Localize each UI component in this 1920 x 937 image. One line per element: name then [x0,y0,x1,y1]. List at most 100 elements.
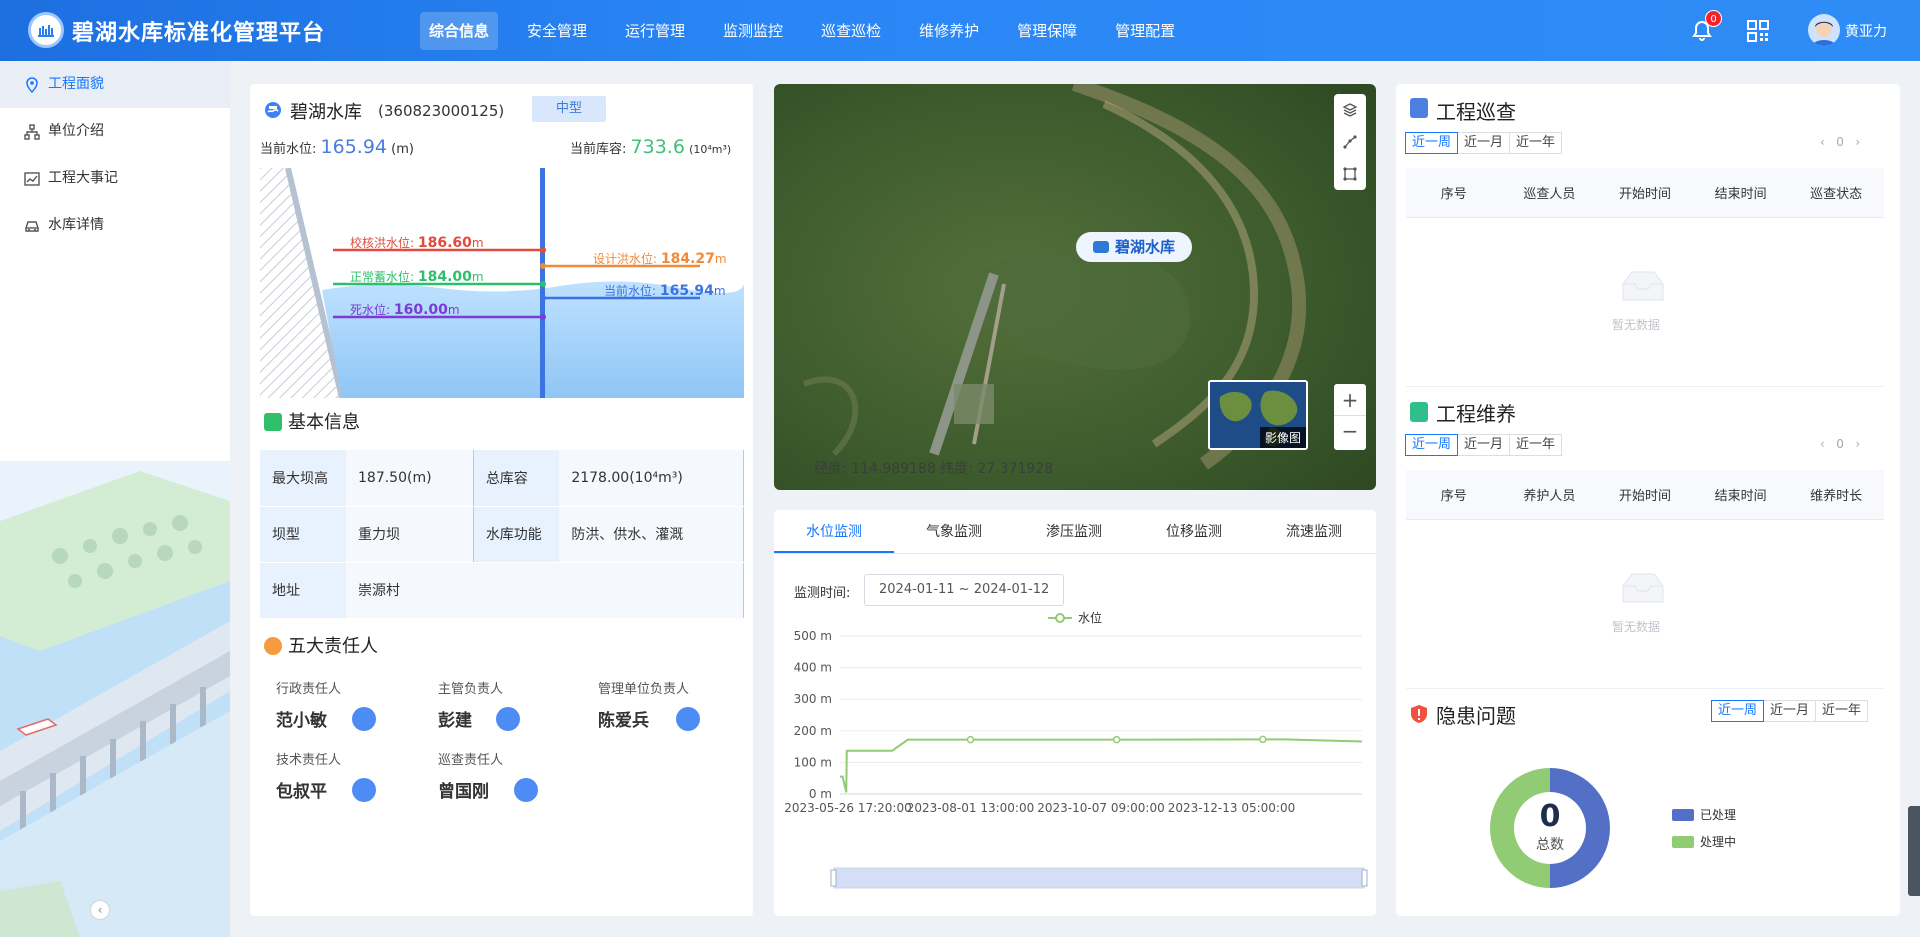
phone-icon[interactable] [352,707,376,731]
inspection-pager: ‹ 0 › [1820,135,1861,149]
measure-line-icon[interactable] [1342,134,1358,150]
dead-level-label: 死水位: 160.00m [350,302,460,318]
prev-page-icon[interactable]: ‹ [1820,135,1825,149]
nav-item[interactable]: 管理配置 [1106,12,1184,50]
tab-weather[interactable]: 气象监测 [894,510,1014,553]
sidebar-illustration [0,461,230,937]
reservoir-code: (360823000125) [378,102,505,120]
responsible-title: 五大责任人 [264,632,378,658]
legend-marker [1055,613,1065,623]
y-tick-label: 100 m [794,755,832,769]
nav-item[interactable]: 综合信息 [420,12,499,50]
maintenance-range-toggle: 近一周 近一月 近一年 [1405,434,1563,456]
map-marker-label[interactable]: 碧湖水库 [1076,232,1192,262]
divider [1406,688,1884,689]
water-level-diagram: 校核洪水位: 186.60m 正常蓄水位: 184.00m 死水位: 160.0… [260,168,744,398]
empty-text: 暂无数据 [1611,620,1660,634]
maintenance-icon [1410,402,1428,422]
table-row: 最大坝高 187.50(m) 总库容 2178.00(10⁴m³) [260,450,745,507]
sidebar-item-unit[interactable]: 单位介绍 [0,108,230,155]
nav-item[interactable]: 维修养护 [910,12,988,50]
legend-processed: 已处理 [1672,806,1736,823]
range-week[interactable]: 近一周 [1711,700,1765,722]
inspection-range-toggle: 近一周 近一月 近一年 [1405,132,1563,154]
list-icon [264,413,282,431]
person-card: 巡查责任人 曾国刚 [438,753,504,802]
design-flood-level-label: 设计洪水位: 184.27m [593,251,727,267]
tab-flow[interactable]: 流速监测 [1254,510,1374,553]
phone-icon[interactable] [514,778,538,802]
basemap-thumbnail[interactable]: 影像图 [1208,380,1308,450]
reservoir-name: 碧湖水库 [290,102,362,123]
main-nav: 综合信息 安全管理 运行管理 监测监控 巡查巡检 维修养护 管理保障 管理配置 [420,12,1204,50]
hazards-total: 0 [1539,799,1561,834]
username[interactable]: 黄亚力 [1845,21,1887,41]
qr-code-icon[interactable] [1747,20,1769,42]
side-scroll-handle[interactable] [1908,806,1920,896]
phone-icon[interactable] [352,778,376,802]
zoom-out-button[interactable]: − [1334,416,1366,448]
x-tick-label: 2023-05-26 17:20:00 [784,801,911,815]
app-logo [28,12,64,48]
measure-area-icon[interactable] [1342,166,1358,182]
nav-item[interactable]: 管理保障 [1008,12,1086,50]
sidebar-item-details[interactable]: 水库详情 [0,202,230,249]
range-month[interactable]: 近一月 [1457,132,1511,154]
maintenance-pager: ‹ 0 › [1820,437,1861,451]
data-point [966,735,975,744]
range-week[interactable]: 近一周 [1405,132,1459,154]
y-tick-label: 300 m [794,692,832,706]
coordinates-readout: 经度: 114.989188 纬度: 27.371928 [814,461,1054,477]
hazards-title: 隐患问题 [1436,704,1516,728]
nav-item[interactable]: 运行管理 [616,12,694,50]
zoom-slider-right-handle [1361,869,1368,887]
sidebar-item-label: 水库详情 [48,217,104,233]
info-value: 崇源村 [346,562,744,619]
sidebar-item-overview[interactable]: 工程面貌 [0,61,230,108]
nav-item[interactable]: 监测监控 [714,12,792,50]
tab-seepage[interactable]: 渗压监测 [1014,510,1134,553]
tab-water-level[interactable]: 水位监测 [774,510,894,553]
nav-item[interactable]: 安全管理 [518,12,596,50]
date-range-picker[interactable]: 2024-01-11 ~ 2024-01-12 [864,574,1064,606]
sidebar-item-events[interactable]: 工程大事记 [0,155,230,202]
info-value: 2178.00(10⁴m³) [559,450,745,507]
x-tick-label: 2023-12-13 05:00:00 [1168,801,1295,815]
info-value: 187.50(m) [346,450,474,507]
app-title: 碧湖水库标准化管理平台 [72,21,326,46]
next-page-icon[interactable]: › [1855,437,1860,451]
current-storage-value: 733.6 [630,136,685,158]
range-month[interactable]: 近一月 [1763,700,1817,722]
range-year[interactable]: 近一年 [1815,700,1869,722]
phone-icon[interactable] [496,707,520,731]
next-page-icon[interactable]: › [1855,135,1860,149]
layers-icon[interactable] [1342,102,1358,118]
water-level-chart: 水位 0 m 100 m 200 m 300 m 400 m 500 m 2023-05-26… [784,610,1368,889]
range-week[interactable]: 近一周 [1405,434,1459,456]
user-avatar[interactable] [1808,14,1840,46]
divider [1406,386,1884,387]
x-tick-label: 2023-10-07 09:00:00 [1037,801,1164,815]
range-year[interactable]: 近一年 [1509,132,1563,154]
range-month[interactable]: 近一月 [1457,434,1511,456]
inspection-title: 工程巡查 [1436,100,1516,124]
monitor-tabs: 水位监测 气象监测 渗压监测 位移监测 流速监测 [774,510,1376,554]
info-key: 总库容 [473,450,560,507]
collapse-sidebar-button[interactable]: ‹ [90,900,110,920]
empty-box-icon [1622,573,1664,603]
phone-icon[interactable] [676,707,700,731]
check-flood-level-label: 校核洪水位: 186.60m [350,235,484,251]
nav-item[interactable]: 巡查巡检 [812,12,890,50]
range-year[interactable]: 近一年 [1509,434,1563,456]
prev-page-icon[interactable]: ‹ [1820,437,1825,451]
x-tick-label: 2023-08-01 13:00:00 [907,801,1034,815]
zoom-in-button[interactable]: + [1334,384,1366,416]
top-header: 碧湖水库标准化管理平台 综合信息 安全管理 运行管理 监测监控 巡查巡检 维修养… [0,0,1920,61]
sidebar-item-label: 工程大事记 [48,170,118,186]
y-tick-label: 500 m [794,629,832,643]
right-panel: 工程巡查 近一周 近一月 近一年 ‹ 0 › 序号 巡查人员 开始时间 结束时间 巡查状… [1396,84,1900,916]
satellite-map[interactable]: 碧湖水库 影像图 + − 经度: 114.989188 纬度: 27.37192… [774,84,1376,490]
tab-displacement[interactable]: 位移监测 [1134,510,1254,553]
info-key: 最大坝高 [260,450,346,507]
legend-label: 水位 [1078,610,1102,625]
